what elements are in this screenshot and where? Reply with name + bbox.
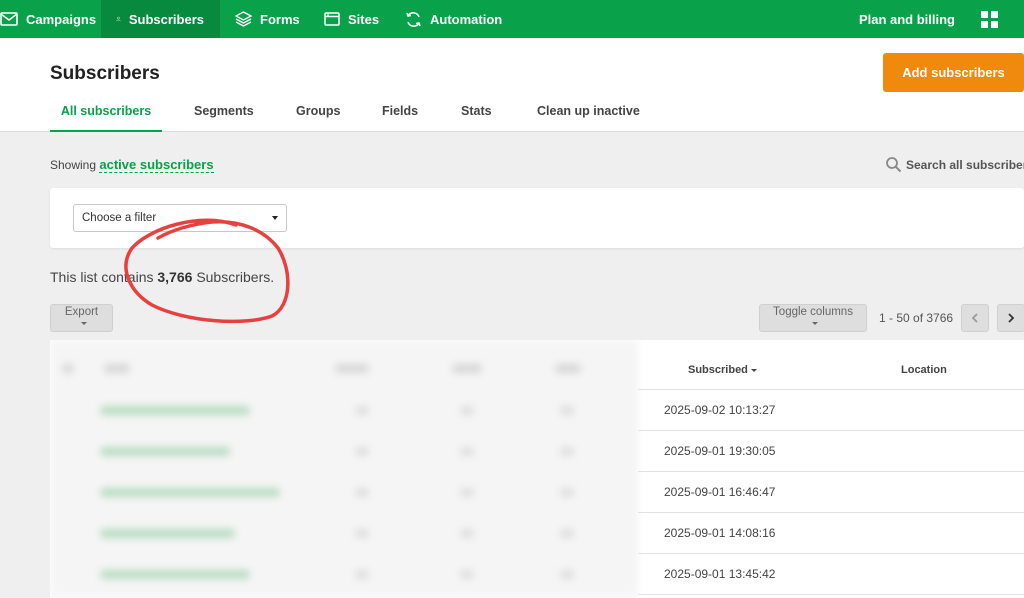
caret-down-icon <box>80 322 87 326</box>
user-icon <box>116 16 121 22</box>
list-count-prefix: This list contains <box>50 269 154 285</box>
tab-stats[interactable]: Stats <box>461 96 492 132</box>
chevron-right-icon <box>1008 313 1015 323</box>
row-divider <box>638 430 1024 431</box>
column-header-subscribed[interactable]: Subscribed <box>688 364 757 376</box>
table-row-subscribed-cell: 2025-09-01 13:45:42 <box>664 567 776 581</box>
grid-icon[interactable] <box>981 10 998 28</box>
search-all-label: Search all subscribers <box>906 157 1024 172</box>
table-row-subscribed-cell: 2025-09-01 19:30:05 <box>664 444 776 458</box>
page-header: Subscribers Add subscribers All subscrib… <box>0 38 1024 132</box>
top-navigation: Campaigns Subscribers Forms Sites Automa… <box>0 0 1024 38</box>
row-divider <box>638 471 1024 472</box>
export-label: Export <box>64 306 99 318</box>
nav-label: Subscribers <box>128 11 204 27</box>
list-count-suffix: Subscribers. <box>196 269 275 285</box>
table-row-subscribed-cell: 2025-09-01 14:08:16 <box>664 526 776 540</box>
blurred-columns <box>50 340 638 598</box>
nav-item-subscribers[interactable]: Subscribers <box>101 0 220 38</box>
nav-label: Forms <box>260 11 300 27</box>
column-header-location[interactable]: Location <box>901 364 947 376</box>
tab-fields[interactable]: Fields <box>382 96 418 132</box>
nav-item-automation[interactable]: Automation <box>405 0 518 38</box>
envelope-icon <box>0 12 18 26</box>
add-subscribers-button[interactable]: Add subscribers <box>883 53 1024 92</box>
nav-label: Campaigns <box>26 11 97 27</box>
row-divider <box>638 553 1024 554</box>
caret-down-icon <box>750 368 757 372</box>
nav-label: Automation <box>430 11 503 27</box>
table-row-subscribed-cell: 2025-09-01 16:46:47 <box>664 485 776 499</box>
refresh-icon <box>406 11 421 27</box>
prev-page-button[interactable] <box>961 304 989 332</box>
toggle-columns-label: Toggle columns <box>773 306 853 318</box>
column-header-label: Subscribed <box>688 364 748 376</box>
nav-item-forms[interactable]: Forms <box>235 0 316 38</box>
nav-right: Plan and billing <box>859 0 1024 38</box>
nav-item-sites[interactable]: Sites <box>324 0 395 38</box>
layers-icon <box>235 11 252 27</box>
active-subscribers-link[interactable]: active subscribers <box>99 157 214 173</box>
showing-label: Showing active subscribers <box>50 157 214 173</box>
page-title: Subscribers <box>50 63 160 84</box>
list-count: This list contains 3,766 Subscribers. <box>50 269 274 285</box>
subscriber-count: 3,766 <box>157 269 193 285</box>
caret-down-icon <box>272 216 278 220</box>
search-all-subscribers[interactable]: Search all subscribers <box>885 156 1024 173</box>
browser-window-icon <box>324 12 340 26</box>
pagination-info: 1 - 50 of 3766 <box>879 311 954 325</box>
showing-prefix: Showing <box>50 158 97 172</box>
tab-all-subscribers[interactable]: All subscribers <box>50 96 162 132</box>
filter-select[interactable]: Choose a filter <box>73 204 287 232</box>
tab-clean-up-inactive[interactable]: Clean up inactive <box>537 96 640 132</box>
caret-down-icon <box>812 322 818 326</box>
row-divider <box>638 512 1024 513</box>
nav-label: Sites <box>348 11 380 27</box>
row-divider <box>638 389 1024 390</box>
filter-selected-value: Choose a filter <box>82 212 157 224</box>
export-button[interactable]: Export <box>50 304 113 332</box>
tab-groups[interactable]: Groups <box>296 96 340 132</box>
search-icon <box>886 157 902 173</box>
subscribers-table: Subscribed Location 2025-09-02 10:13:27 … <box>50 340 1024 598</box>
table-row-subscribed-cell: 2025-09-02 10:13:27 <box>664 403 776 417</box>
toggle-columns-button[interactable]: Toggle columns <box>759 304 867 332</box>
chevron-left-icon <box>971 313 978 323</box>
plan-and-billing-link[interactable]: Plan and billing <box>859 12 955 27</box>
filter-card: Choose a filter <box>50 188 1024 248</box>
row-divider <box>638 594 1024 595</box>
next-page-button[interactable] <box>997 304 1024 332</box>
nav-item-campaigns[interactable]: Campaigns <box>0 0 112 38</box>
tab-segments[interactable]: Segments <box>194 96 254 132</box>
